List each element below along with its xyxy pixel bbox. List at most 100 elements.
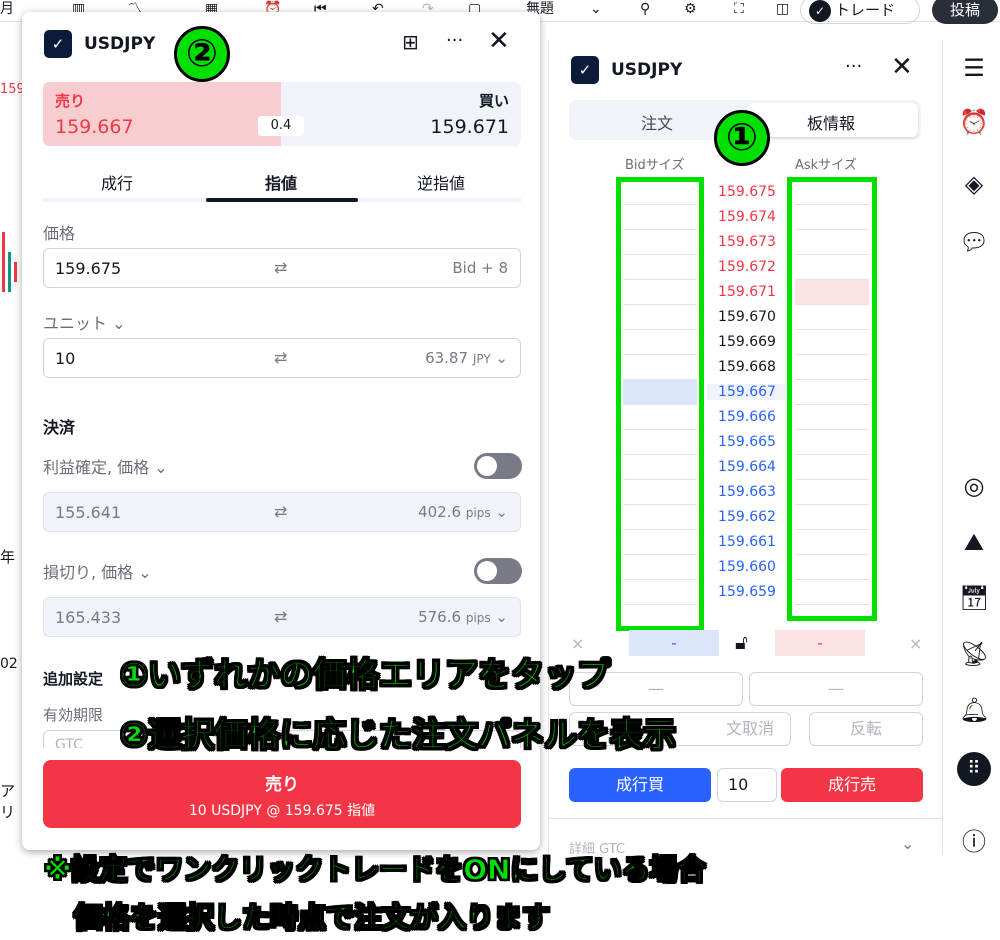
take-profit-toggle[interactable] (474, 453, 522, 479)
close-icon[interactable]: ✕ (891, 52, 913, 82)
post-button[interactable]: 投稿 (932, 0, 998, 24)
clear-ask-icon[interactable]: × (909, 634, 922, 653)
take-profit-value: 155.641 (55, 503, 122, 522)
tab-limit[interactable]: 指値 (265, 170, 297, 194)
stop-loss-toggle[interactable] (474, 558, 522, 584)
take-profit-input[interactable]: 155.641 ⇄ 402.6 pips ⌄ (43, 492, 521, 532)
annotation-line-2: ②選択価格に応じた注文パネルを表示 (120, 715, 677, 755)
symbol-logo-icon: ✓ (44, 30, 72, 58)
timeframe-label[interactable]: 月 (0, 0, 14, 18)
alarm-icon[interactable]: ⏰ (959, 108, 989, 136)
units-label[interactable]: ユニット ⌄ (43, 310, 126, 334)
swap-icon[interactable]: ⇄ (274, 258, 287, 277)
target-icon[interactable]: ◎ (959, 472, 989, 500)
ask-qty-field[interactable]: — (749, 672, 923, 706)
swap-icon[interactable]: ⇄ (274, 607, 287, 626)
chevron-down-icon: ⌄ (138, 563, 152, 582)
dom-price-level[interactable]: 159.672 (707, 259, 787, 275)
chevron-down-icon[interactable]: ⌄ (590, 0, 602, 18)
bid-size-header: Bidサイズ (625, 158, 685, 173)
cancel-orders-label: 文取消 (725, 719, 774, 738)
dom-price-level[interactable]: 159.669 (707, 334, 787, 350)
price-input[interactable]: 159.675 ⇄ Bid + 8 (43, 248, 521, 288)
settings-icon[interactable]: ⚙ (684, 0, 697, 18)
trade-button[interactable]: ✓ トレード (800, 0, 920, 24)
pips-unit: pips (465, 611, 491, 625)
tab-orderbook[interactable]: 板情報 (807, 110, 855, 134)
sell-price-box[interactable]: 売り 159.667 (43, 82, 281, 146)
dom-price-level[interactable]: 159.660 (707, 559, 787, 575)
dom-price-level[interactable]: 159.667 (707, 384, 787, 400)
dom-price-level[interactable]: 159.661 (707, 534, 787, 550)
close-icon[interactable]: ✕ (488, 26, 510, 56)
apps-grid-icon[interactable]: ⠿ (957, 752, 991, 786)
dom-price-level[interactable]: 159.665 (707, 434, 787, 450)
tab-stop[interactable]: 逆指値 (417, 170, 465, 194)
dom-price-level[interactable]: 159.668 (707, 359, 787, 375)
units-jpy[interactable]: 63.87 JPY ⌄ (425, 349, 508, 367)
annotation-marker-2: ② (174, 26, 230, 82)
dom-price-level[interactable]: 159.659 (707, 584, 787, 600)
swap-icon[interactable]: ⇄ (274, 348, 287, 367)
order-symbol[interactable]: USDJPY (84, 34, 155, 54)
take-profit-label[interactable]: 利益確定, 価格 ⌄ (43, 454, 168, 478)
take-profit-pips[interactable]: 402.6 pips ⌄ (418, 503, 508, 521)
submit-title: 売り (265, 775, 299, 795)
watchlist-icon[interactable]: ☰ (959, 54, 989, 82)
extra-settings-heading: 追加設定 (43, 670, 104, 688)
chart-ari-label: アリ (0, 782, 16, 821)
stop-loss-label[interactable]: 損切り, 価格 ⌄ (43, 559, 152, 583)
dom-qty-input[interactable]: 10 (717, 768, 777, 802)
buy-price-box[interactable]: 買い 159.671 (281, 82, 521, 146)
more-icon[interactable]: ··· (845, 56, 862, 77)
units-input[interactable]: 10 ⇄ 63.87 JPY ⌄ (43, 338, 521, 378)
dom-price-level[interactable]: 159.662 (707, 509, 787, 525)
snapshot-icon[interactable]: ◫ (776, 0, 789, 18)
pips-unit: pips (465, 506, 491, 520)
chat-icon[interactable]: 💬︎ (959, 228, 989, 256)
reverse-button[interactable]: 反転 (809, 712, 923, 746)
swap-icon[interactable]: ⇄ (274, 502, 287, 521)
submit-sell-button[interactable]: 売り 10 USDJPY @ 159.675 指値 (43, 760, 521, 828)
dom-price-level[interactable]: 159.675 (707, 184, 787, 200)
dom-price-level[interactable]: 159.674 (707, 209, 787, 225)
tab-order[interactable]: 注文 (641, 110, 673, 134)
order-type-tabs: 成行 指値 逆指値 (43, 162, 521, 202)
dom-price-level[interactable]: 159.664 (707, 459, 787, 475)
dom-price-level[interactable]: 159.663 (707, 484, 787, 500)
dom-symbol[interactable]: USDJPY (611, 60, 682, 80)
dom-price-level[interactable]: 159.671 (707, 284, 787, 300)
help-icon[interactable]: ⓘ (959, 822, 989, 857)
toggle-knob (477, 561, 497, 581)
tab-market[interactable]: 成行 (101, 170, 133, 194)
fullscreen-icon[interactable]: ⛶ (734, 0, 744, 18)
bid-highlight-box (616, 177, 704, 631)
layers-icon[interactable]: ◈ (959, 170, 989, 198)
submit-subtitle: 10 USDJPY @ 159.675 指値 (188, 803, 376, 819)
dom-price-level[interactable]: 159.666 (707, 409, 787, 425)
stop-loss-input[interactable]: 165.433 ⇄ 576.6 pips ⌄ (43, 597, 521, 637)
ask-pending-cell[interactable]: - (775, 630, 865, 656)
annotation-line-3: ※設定でワンクリックトレードをONにしている場合 (44, 853, 707, 887)
market-sell-button[interactable]: 成行売 (781, 768, 923, 802)
buy-price: 159.671 (430, 116, 509, 138)
market-buy-button[interactable]: 成行買 (569, 768, 711, 802)
calendar-icon[interactable]: 📅︎ (959, 584, 989, 612)
bid-pending-cell[interactable]: - (629, 630, 719, 656)
stream-icon[interactable]: 📡︎ (959, 640, 989, 668)
stop-loss-value: 165.433 (55, 608, 122, 627)
chevron-down-icon[interactable]: ⌄ (901, 834, 914, 853)
trade-button-label: トレード (835, 1, 896, 19)
notification-icon[interactable]: 🔔︎ (959, 696, 989, 724)
candle (8, 252, 11, 292)
spread-badge: 0.4 (258, 116, 304, 136)
dom-price-level[interactable]: 159.670 (707, 309, 787, 325)
add-widget-icon[interactable]: ⊞ (402, 30, 419, 54)
ideas-icon[interactable]: ⛰ (959, 528, 989, 556)
unlock-icon[interactable]: 🔓︎ (735, 630, 748, 654)
dom-price-level[interactable]: 159.673 (707, 234, 787, 250)
quick-search-icon[interactable]: ⚲ (640, 0, 650, 18)
validity-value: GTC (55, 737, 83, 748)
stop-loss-pips[interactable]: 576.6 pips ⌄ (418, 608, 508, 626)
more-icon[interactable]: ··· (446, 30, 463, 51)
